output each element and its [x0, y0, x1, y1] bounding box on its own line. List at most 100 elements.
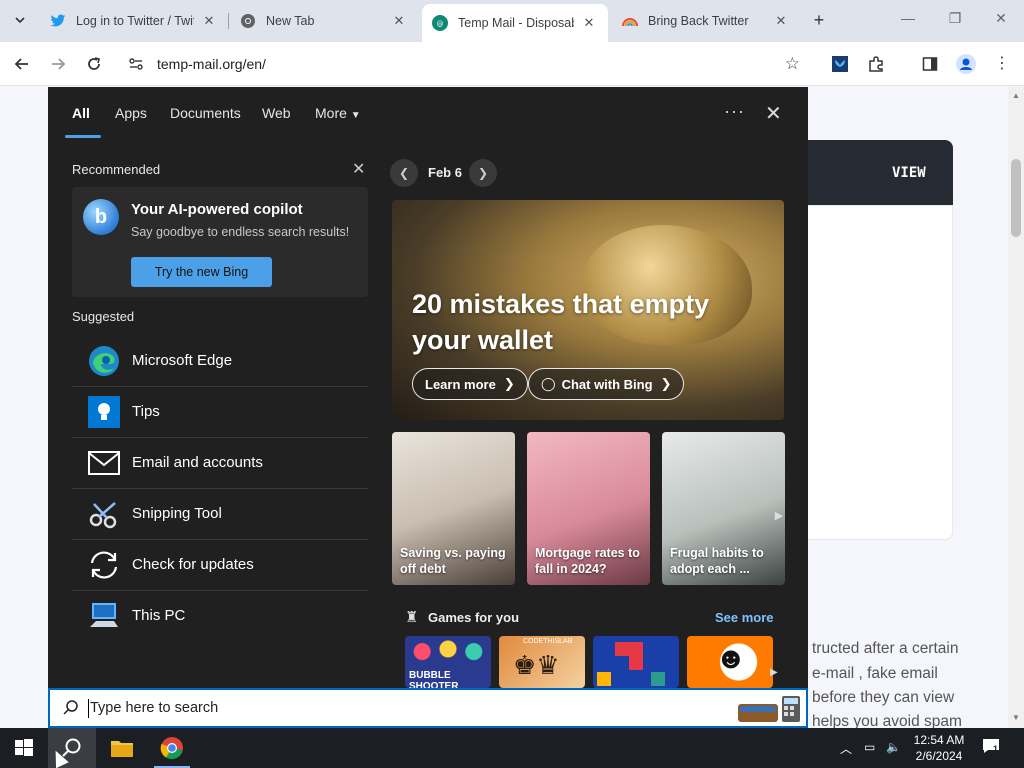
game-chess[interactable]: CODETHISLAB ♚♛	[499, 636, 585, 688]
news-caption: Frugal habits to adopt each ...	[670, 546, 764, 576]
tab-search-dropdown[interactable]	[8, 8, 32, 32]
extension-bluesky-button[interactable]	[828, 52, 852, 76]
chat-with-bing-button[interactable]: ◯ Chat with Bing ❯	[528, 368, 685, 400]
view-column-label: VIEW	[892, 165, 926, 181]
learn-more-button[interactable]: Learn more ❯	[412, 368, 528, 400]
bluesky-extension-icon	[832, 56, 848, 72]
recommended-card: b Your AI-powered copilot Say goodbye to…	[72, 187, 368, 297]
see-more-games-link[interactable]: See more	[715, 610, 774, 625]
notification-count-badge: 1	[993, 744, 999, 754]
search-icon	[63, 700, 78, 715]
tab-more[interactable]: More ▼	[315, 105, 361, 121]
wallet-calculator-icon	[738, 696, 800, 722]
chevron-left-icon: ❮	[398, 166, 410, 180]
try-new-bing-button[interactable]: Try the new Bing	[131, 257, 272, 287]
games-next-arrow-icon[interactable]: ▶	[770, 667, 778, 678]
chat-with-bing-label: Chat with Bing	[561, 376, 653, 392]
news-card-mortgage-rates[interactable]: Mortgage rates to fall in 2024?	[527, 432, 650, 585]
start-button[interactable]	[0, 728, 48, 768]
clock-date: 2/6/2024	[915, 749, 963, 763]
game-bubble-shooter[interactable]: BUBBLE SHOOTER	[405, 636, 491, 688]
tab-bring-back-twitter[interactable]: Bring Back Twitter ✕	[612, 6, 800, 36]
back-button[interactable]	[10, 52, 34, 76]
minimize-button[interactable]: —	[898, 10, 918, 26]
tab-documents[interactable]: Documents	[170, 105, 241, 121]
rainbow-icon	[622, 13, 638, 29]
recommended-card-title: Your AI-powered copilot	[131, 201, 303, 218]
close-tab-icon[interactable]: ✕	[772, 13, 790, 29]
tips-icon	[88, 396, 120, 428]
new-tab-button[interactable]: +	[808, 9, 830, 31]
windows-logo-icon	[15, 739, 33, 756]
reload-button[interactable]	[82, 52, 106, 76]
more-vertical-icon: ⋮	[994, 55, 1010, 72]
scroll-thumb[interactable]	[1011, 159, 1021, 237]
page-text-line: before they can view	[812, 689, 955, 706]
news-next-arrow-icon[interactable]: ▶	[770, 501, 788, 529]
tab-all[interactable]: All	[72, 105, 90, 121]
close-tab-icon[interactable]: ✕	[390, 13, 408, 29]
bookmark-star-icon[interactable]: ☆	[785, 54, 800, 74]
forward-button[interactable]	[46, 52, 70, 76]
close-panel-icon[interactable]: ✕	[765, 101, 782, 126]
tab-separator	[228, 13, 229, 29]
svg-text:@: @	[437, 20, 444, 28]
twitter-icon	[50, 13, 66, 29]
next-day-button[interactable]: ❯	[469, 159, 497, 187]
close-tab-icon[interactable]: ✕	[200, 13, 218, 29]
action-center-button[interactable]: 1	[982, 738, 1002, 756]
tab-title: New Tab	[266, 14, 315, 28]
site-info-icon[interactable]	[128, 56, 144, 72]
system-clock[interactable]: 12:54 AM 2/6/2024	[906, 732, 972, 764]
volume-muted-icon[interactable]: 🔈	[886, 740, 901, 754]
scroll-down-arrow-icon[interactable]: ▼	[1008, 713, 1024, 722]
active-tab-indicator	[65, 135, 101, 138]
suggested-item-label: This PC	[132, 607, 186, 624]
caret-down-icon: ▼	[350, 110, 361, 121]
restore-button[interactable]: ❐	[945, 10, 965, 27]
scroll-up-arrow-icon[interactable]: ▲	[1008, 91, 1024, 100]
suggested-item-this-pc[interactable]: This PC	[72, 591, 368, 642]
file-explorer-button[interactable]	[98, 728, 146, 768]
back-arrow-icon	[14, 58, 28, 70]
game-title-text: CODETHISLAB	[523, 638, 573, 645]
chrome-taskbar-button[interactable]	[148, 728, 196, 768]
suggested-item-label: Check for updates	[132, 556, 254, 573]
feed-date: Feb 6	[428, 165, 462, 180]
chrome-icon	[160, 737, 183, 760]
close-window-button[interactable]: ✕	[991, 10, 1011, 27]
tab-twitter-login[interactable]: Log in to Twitter / Twit ✕	[40, 6, 228, 36]
this-pc-icon	[88, 600, 120, 632]
game-stickman[interactable]: ☻	[687, 636, 773, 688]
show-hidden-icons-icon[interactable]: ︿	[840, 740, 852, 757]
side-panel-button[interactable]	[918, 52, 942, 76]
tempmail-icon: @	[432, 15, 448, 31]
tab-temp-mail[interactable]: @ Temp Mail - Disposabl ✕	[422, 4, 608, 42]
previous-day-button[interactable]: ❮	[390, 159, 418, 187]
suggested-item-tips[interactable]: Tips	[72, 387, 368, 438]
tab-apps[interactable]: Apps	[115, 105, 147, 121]
suggested-item-check-updates[interactable]: Check for updates	[72, 540, 368, 591]
tab-new-tab[interactable]: New Tab ✕	[230, 6, 418, 36]
profile-button[interactable]	[954, 52, 978, 76]
more-options-icon[interactable]: ···	[724, 101, 745, 122]
suggested-item-snipping-tool[interactable]: Snipping Tool	[72, 489, 368, 540]
hero-title: 20 mistakes that empty your wallet	[412, 289, 710, 355]
network-icon[interactable]: ▭	[864, 740, 875, 754]
suggested-item-email-accounts[interactable]: Email and accounts	[72, 438, 368, 489]
taskbar-search-box[interactable]: Type here to search	[48, 688, 808, 728]
browser-menu-button[interactable]: ⋮	[990, 52, 1014, 76]
search-input[interactable]: Type here to search	[90, 700, 218, 716]
news-card-saving-debt[interactable]: Saving vs. paying off debt	[392, 432, 515, 585]
chevron-right-icon: ❯	[660, 376, 672, 391]
address-bar[interactable]: temp-mail.org/en/ ☆	[118, 48, 810, 80]
game-blocks[interactable]	[593, 636, 679, 688]
close-tab-icon[interactable]: ✕	[580, 15, 598, 31]
page-scrollbar[interactable]: ▲ ▼	[1008, 87, 1024, 728]
hero-story-card[interactable]: 20 mistakes that empty your wallet Learn…	[392, 200, 784, 420]
suggested-item-edge[interactable]: Microsoft Edge	[72, 336, 368, 387]
tab-web[interactable]: Web	[262, 105, 291, 121]
news-card-frugal-habits[interactable]: Frugal habits to adopt each ...	[662, 432, 785, 585]
extensions-button[interactable]	[864, 52, 888, 76]
dismiss-recommended-icon[interactable]: ✕	[352, 159, 365, 179]
